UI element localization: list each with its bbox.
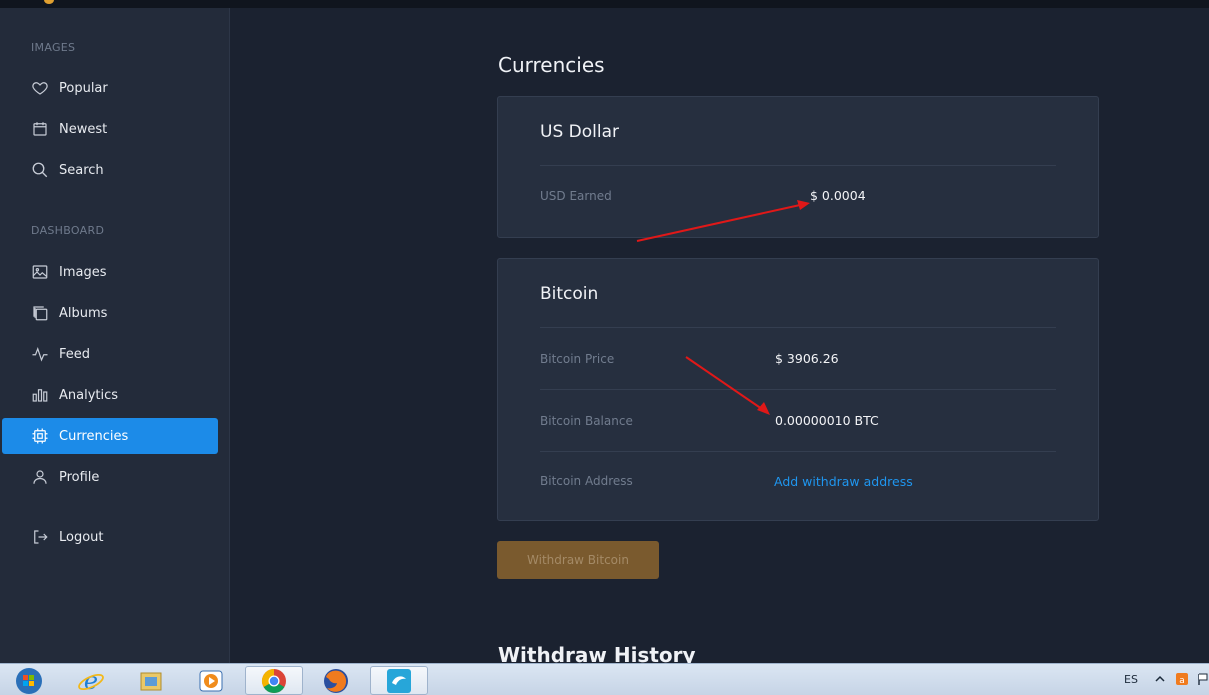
sidebar-item-images[interactable]: Images	[2, 254, 218, 290]
divider	[540, 165, 1056, 166]
taskbar-internet-explorer[interactable]: e	[62, 666, 120, 695]
calendar-icon	[31, 120, 49, 138]
search-icon	[31, 161, 49, 179]
tray-expand-icon[interactable]	[1154, 673, 1166, 685]
sidebar-item-label: Popular	[59, 80, 108, 96]
sidebar-item-label: Analytics	[59, 387, 119, 403]
windows-taskbar: e ES a	[0, 663, 1209, 695]
media-player-icon	[199, 670, 223, 691]
bitcoin-price-value: $ 3906.26	[775, 351, 839, 366]
folder-icon	[140, 672, 162, 690]
firefox-icon	[324, 668, 348, 693]
taskbar-file-explorer[interactable]	[122, 666, 180, 695]
divider	[540, 327, 1056, 328]
sidebar-item-label: Albums	[59, 305, 108, 321]
divider	[540, 451, 1056, 452]
bitcoin-address-label: Bitcoin Address	[540, 474, 633, 488]
usd-earned-label: USD Earned	[540, 189, 612, 203]
sidebar-item-label: Images	[59, 264, 107, 280]
chip-icon	[31, 427, 49, 445]
withdraw-bitcoin-button[interactable]: Withdraw Bitcoin	[497, 541, 659, 579]
usd-earned-value: $ 0.0004	[810, 188, 866, 203]
sidebar-item-label: Newest	[59, 121, 108, 137]
taskbar-firefox[interactable]	[307, 666, 365, 695]
user-icon	[31, 468, 49, 486]
bitcoin-balance-label: Bitcoin Balance	[540, 414, 633, 428]
sidebar-item-profile[interactable]: Profile	[2, 459, 218, 495]
logout-icon	[31, 528, 49, 546]
sidebar: IMAGES Popular Newest Search DASHBOARD I…	[0, 8, 230, 663]
sidebar-item-label: Search	[59, 162, 104, 178]
sidebar-item-logout[interactable]: Logout	[2, 519, 218, 555]
logo-icon	[44, 0, 54, 4]
sidebar-item-popular[interactable]: Popular	[2, 70, 218, 106]
top-bar	[0, 0, 1209, 8]
sidebar-item-analytics[interactable]: Analytics	[2, 377, 218, 413]
page-title: Currencies	[498, 53, 605, 77]
taskbar-chrome[interactable]	[245, 666, 303, 695]
bitcoin-card: Bitcoin Bitcoin Price $ 3906.26 Bitcoin …	[497, 258, 1099, 521]
sidebar-item-currencies[interactable]: Currencies	[2, 418, 218, 454]
sidebar-item-label: Feed	[59, 346, 91, 362]
language-indicator[interactable]: ES	[1124, 673, 1138, 686]
bitcoin-balance-value: 0.00000010 BTC	[775, 413, 879, 428]
svg-text:a: a	[1179, 676, 1185, 685]
tray-flag-icon[interactable]	[1197, 673, 1209, 685]
sidebar-item-label: Currencies	[59, 428, 129, 444]
heart-icon	[31, 79, 49, 97]
activity-icon	[31, 345, 49, 363]
sidebar-item-feed[interactable]: Feed	[2, 336, 218, 372]
usd-card: US Dollar USD Earned $ 0.0004	[497, 96, 1099, 238]
sidebar-section-dashboard: DASHBOARD	[31, 224, 105, 237]
windows-start-icon	[16, 667, 42, 694]
sidebar-item-search[interactable]: Search	[2, 152, 218, 188]
usd-card-title: US Dollar	[540, 122, 619, 142]
bitcoin-price-label: Bitcoin Price	[540, 352, 615, 366]
svg-text:e: e	[84, 667, 98, 695]
tray-avast-icon[interactable]: a	[1176, 673, 1188, 685]
chrome-icon	[261, 668, 286, 693]
sidebar-item-albums[interactable]: Albums	[2, 295, 218, 331]
app-icon	[387, 668, 411, 693]
sidebar-item-newest[interactable]: Newest	[2, 111, 218, 147]
image-icon	[31, 263, 49, 281]
sidebar-item-label: Logout	[59, 529, 104, 545]
bar-chart-icon	[31, 386, 49, 404]
albums-icon	[31, 304, 49, 322]
taskbar-media-player[interactable]	[182, 666, 240, 695]
add-withdraw-address-link[interactable]: Add withdraw address	[774, 474, 913, 489]
start-button[interactable]	[0, 666, 58, 695]
taskbar-app[interactable]	[370, 666, 428, 695]
sidebar-section-images: IMAGES	[31, 41, 76, 54]
sidebar-item-label: Profile	[59, 469, 100, 485]
internet-explorer-icon: e	[78, 667, 104, 695]
divider	[540, 389, 1056, 390]
bitcoin-card-title: Bitcoin	[540, 284, 599, 304]
